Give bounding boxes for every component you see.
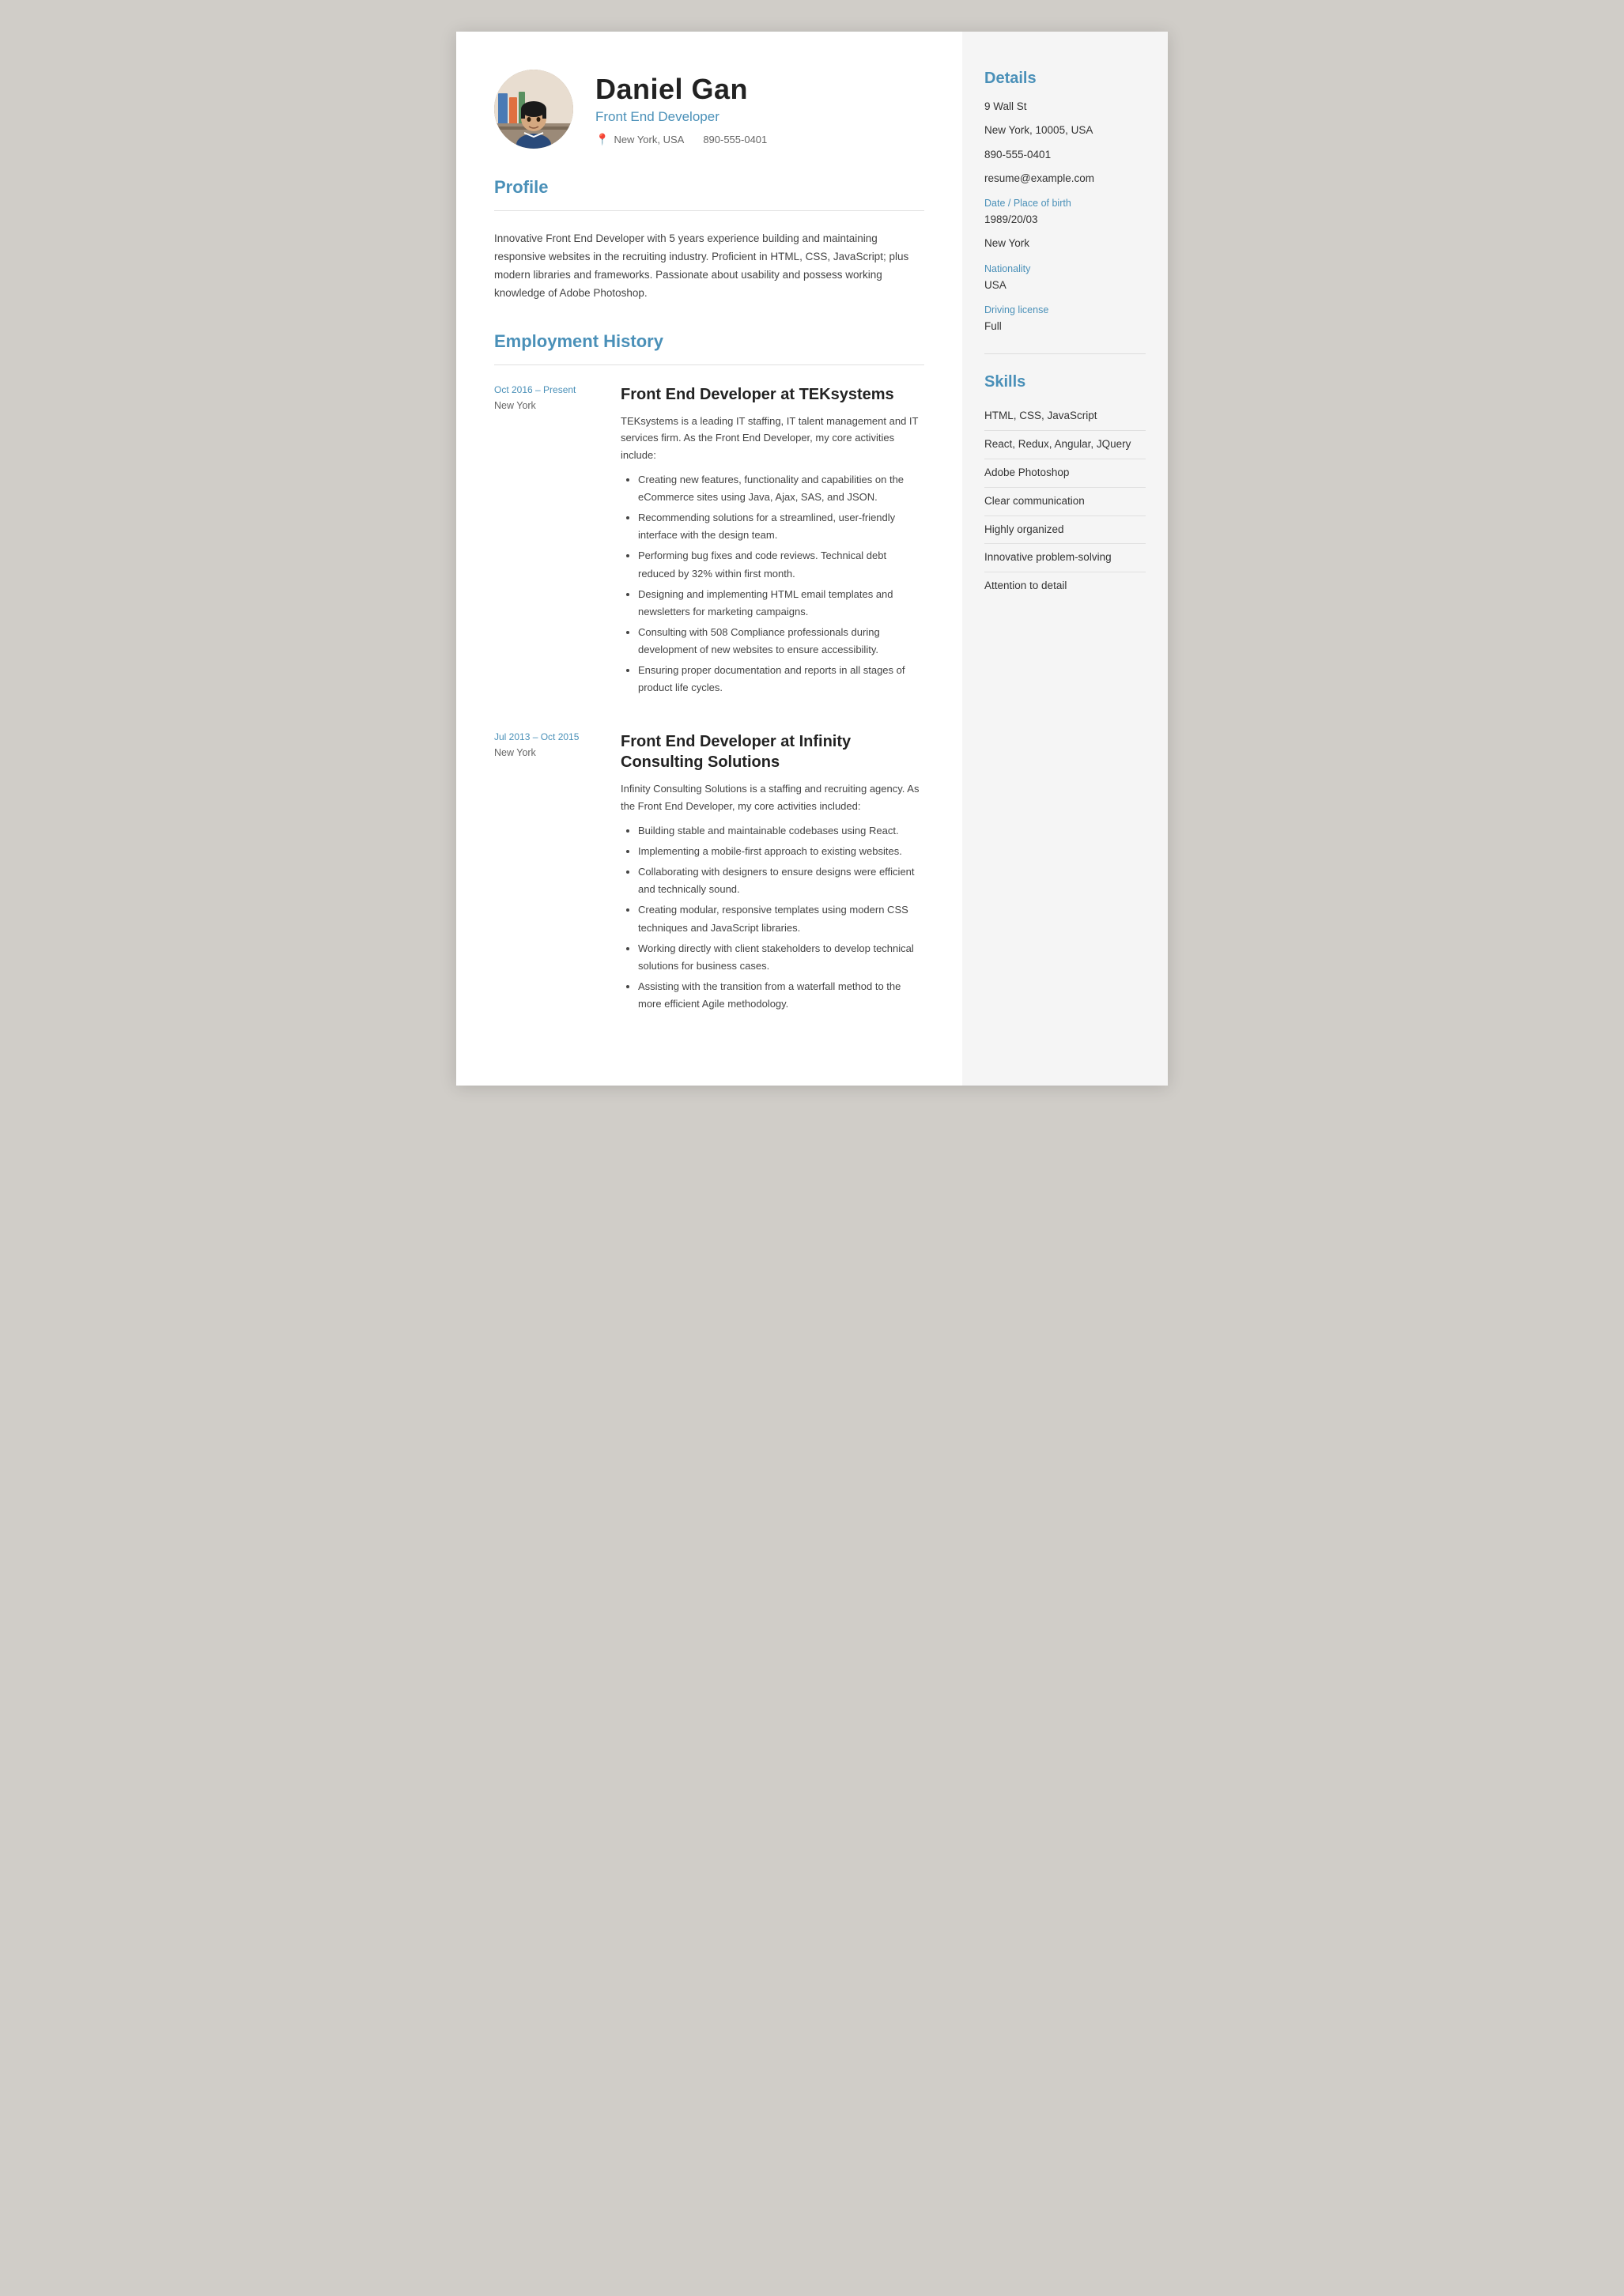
- skill-item-4: Highly organized: [984, 516, 1146, 545]
- sidebar-column: Details 9 Wall St New York, 10005, USA 8…: [962, 32, 1168, 1086]
- sidebar-divider: [984, 353, 1146, 354]
- job-dates-col-2: Jul 2013 – Oct 2015 New York: [494, 731, 605, 1016]
- skills-section: Skills HTML, CSS, JavaScript React, Redu…: [984, 373, 1146, 600]
- header-info: Daniel Gan Front End Developer 📍 New Yor…: [595, 73, 767, 146]
- job-bullets-2: Building stable and maintainable codebas…: [621, 822, 924, 1013]
- candidate-title: Front End Developer: [595, 109, 767, 125]
- job-title-2: Front End Developer at Infinity Consulti…: [621, 731, 924, 772]
- address-line2: New York, 10005, USA: [984, 123, 1146, 138]
- driving-label: Driving license: [984, 304, 1146, 315]
- avatar: [494, 70, 573, 149]
- header-location-row: 📍 New York, USA 890-555-0401: [595, 133, 767, 146]
- skill-item-3: Clear communication: [984, 488, 1146, 516]
- details-heading: Details: [984, 70, 1146, 88]
- job-content-1: Front End Developer at TEKsystems TEKsys…: [621, 384, 924, 700]
- location-icon: 📍: [595, 133, 609, 146]
- bullet-item: Assisting with the transition from a wat…: [638, 978, 924, 1013]
- resume-page: Daniel Gan Front End Developer 📍 New Yor…: [456, 32, 1168, 1086]
- job-desc-2: Infinity Consulting Solutions is a staff…: [621, 780, 924, 814]
- employment-heading: Employment History: [494, 331, 924, 352]
- sidebar-phone: 890-555-0401: [984, 147, 1146, 163]
- job-bullets-1: Creating new features, functionality and…: [621, 471, 924, 697]
- profile-heading: Profile: [494, 177, 924, 198]
- pob-value: New York: [984, 236, 1146, 251]
- skill-item-6: Attention to detail: [984, 572, 1146, 600]
- bullet-item: Designing and implementing HTML email te…: [638, 586, 924, 621]
- bullet-item: Implementing a mobile-first approach to …: [638, 843, 924, 860]
- bullet-item: Creating modular, responsive templates u…: [638, 901, 924, 936]
- dob-value: 1989/20/03: [984, 212, 1146, 228]
- employment-section: Employment History Oct 2016 – Present Ne…: [494, 331, 924, 1016]
- bullet-item: Collaborating with designers to ensure d…: [638, 863, 924, 898]
- header-section: Daniel Gan Front End Developer 📍 New Yor…: [494, 70, 924, 149]
- bullet-item: Consulting with 508 Compliance professio…: [638, 624, 924, 659]
- candidate-name: Daniel Gan: [595, 73, 767, 106]
- nationality-value: USA: [984, 278, 1146, 293]
- job-location-1: New York: [494, 400, 605, 411]
- job-dates-col-1: Oct 2016 – Present New York: [494, 384, 605, 700]
- job-location-2: New York: [494, 747, 605, 758]
- header-phone: 890-555-0401: [703, 134, 767, 145]
- job-entry-2: Jul 2013 – Oct 2015 New York Front End D…: [494, 731, 924, 1016]
- skills-heading: Skills: [984, 373, 1146, 391]
- main-column: Daniel Gan Front End Developer 📍 New Yor…: [456, 32, 962, 1086]
- nationality-label: Nationality: [984, 263, 1146, 274]
- bullet-item: Recommending solutions for a streamlined…: [638, 509, 924, 544]
- job-dates-2: Jul 2013 – Oct 2015: [494, 731, 605, 742]
- bullet-item: Building stable and maintainable codebas…: [638, 822, 924, 840]
- dob-label: Date / Place of birth: [984, 198, 1146, 209]
- driving-value: Full: [984, 319, 1146, 334]
- employment-divider: [494, 364, 924, 365]
- job-dates-1: Oct 2016 – Present: [494, 384, 605, 395]
- job-title-1: Front End Developer at TEKsystems: [621, 384, 924, 405]
- skill-item-0: HTML, CSS, JavaScript: [984, 402, 1146, 431]
- bullet-item: Performing bug fixes and code reviews. T…: [638, 547, 924, 582]
- profile-divider: [494, 210, 924, 211]
- skill-item-2: Adobe Photoshop: [984, 459, 1146, 488]
- skill-item-5: Innovative problem-solving: [984, 544, 1146, 572]
- bullet-item: Creating new features, functionality and…: [638, 471, 924, 506]
- bullet-item: Working directly with client stakeholder…: [638, 940, 924, 975]
- job-content-2: Front End Developer at Infinity Consulti…: [621, 731, 924, 1016]
- location-text: New York, USA: [614, 134, 684, 145]
- bullet-item: Ensuring proper documentation and report…: [638, 662, 924, 697]
- profile-section: Profile Innovative Front End Developer w…: [494, 177, 924, 303]
- skill-item-1: React, Redux, Angular, JQuery: [984, 431, 1146, 459]
- job-desc-1: TEKsystems is a leading IT staffing, IT …: [621, 413, 924, 463]
- profile-text: Innovative Front End Developer with 5 ye…: [494, 230, 924, 303]
- details-section: Details 9 Wall St New York, 10005, USA 8…: [984, 70, 1146, 334]
- job-entry-1: Oct 2016 – Present New York Front End De…: [494, 384, 924, 700]
- address-line1: 9 Wall St: [984, 99, 1146, 115]
- sidebar-email: resume@example.com: [984, 171, 1146, 187]
